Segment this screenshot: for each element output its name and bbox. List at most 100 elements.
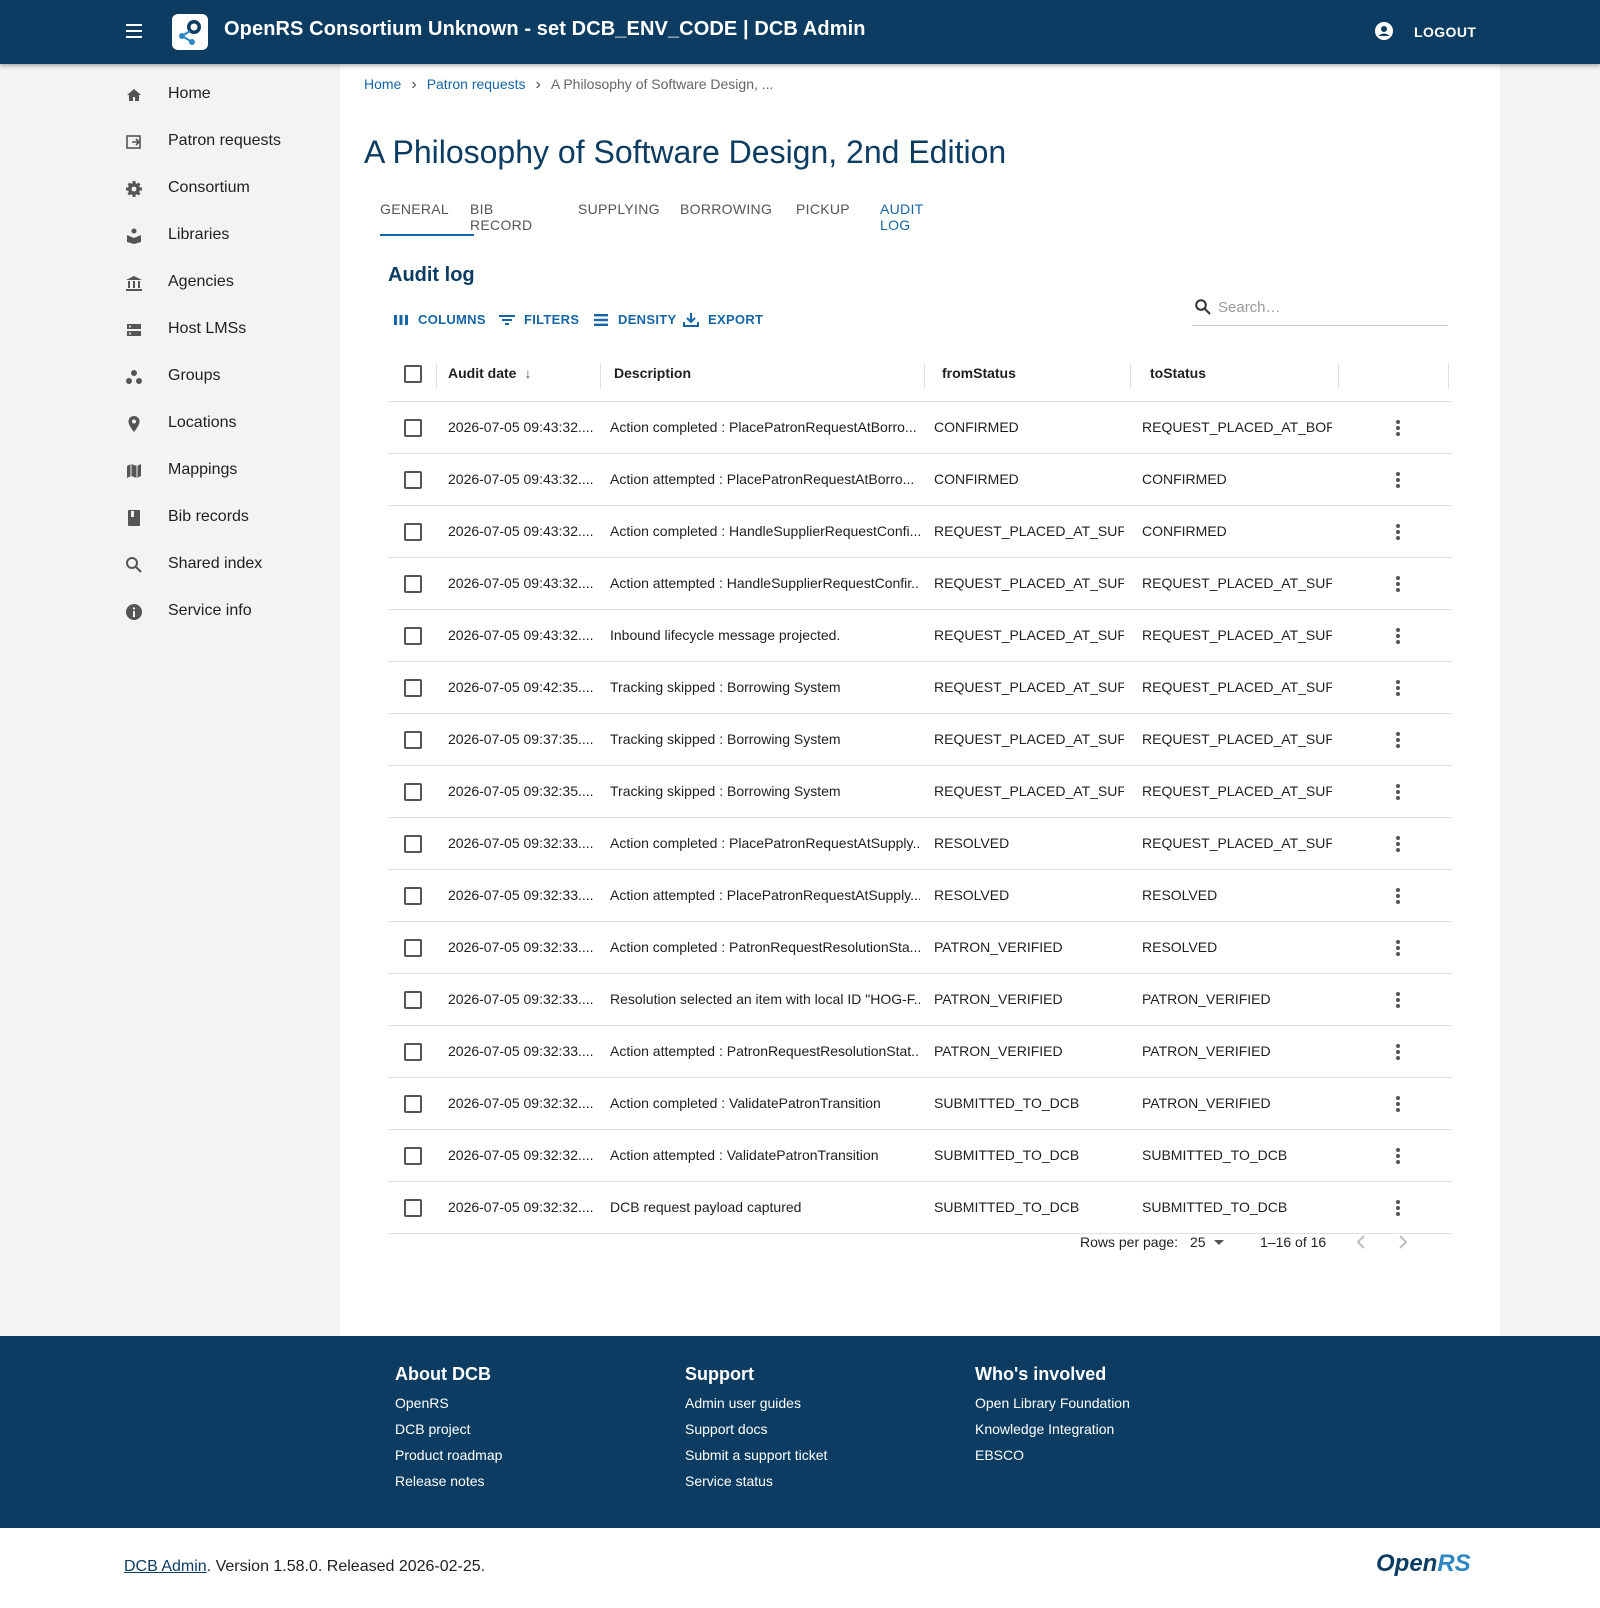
more-vert-icon[interactable] xyxy=(1388,782,1408,802)
row-checkbox[interactable] xyxy=(404,471,422,489)
table-row[interactable]: 2026-07-05 09:32:32.... Action completed … xyxy=(388,1078,1452,1130)
sidebar-item-patron-requests[interactable]: Patron requests xyxy=(100,119,340,163)
row-checkbox[interactable] xyxy=(404,1199,422,1217)
table-row[interactable]: 2026-07-05 09:32:33.... Resolution select… xyxy=(388,974,1452,1026)
sidebar-item-bib-records[interactable]: Bib records xyxy=(100,495,340,539)
row-checkbox[interactable] xyxy=(404,835,422,853)
table-row[interactable]: 2026-07-05 09:37:35.... Tracking skipped … xyxy=(388,714,1452,766)
more-vert-icon[interactable] xyxy=(1388,1042,1408,1062)
sidebar-item-libraries[interactable]: Libraries xyxy=(100,213,340,257)
table-row[interactable]: 2026-07-05 09:42:35.... Tracking skipped … xyxy=(388,662,1452,714)
column-header-from-status[interactable]: fromStatus xyxy=(942,365,1016,381)
more-vert-icon[interactable] xyxy=(1388,678,1408,698)
next-page-button[interactable] xyxy=(1388,1228,1416,1256)
row-checkbox[interactable] xyxy=(404,991,422,1009)
more-vert-icon[interactable] xyxy=(1388,886,1408,906)
row-checkbox[interactable] xyxy=(404,731,422,749)
footer-link[interactable]: Knowledge Integration xyxy=(975,1421,1130,1437)
footer-link[interactable]: DCB project xyxy=(395,1421,502,1437)
more-vert-icon[interactable] xyxy=(1388,418,1408,438)
footer-link[interactable]: Open Library Foundation xyxy=(975,1395,1130,1411)
sidebar-item-host-lmss[interactable]: Host LMSs xyxy=(100,307,340,351)
column-header-audit-date[interactable]: Audit date ↓ xyxy=(448,365,531,381)
row-checkbox[interactable] xyxy=(404,679,422,697)
dropdown-arrow-icon[interactable] xyxy=(1214,1240,1224,1245)
more-vert-icon[interactable] xyxy=(1388,938,1408,958)
row-checkbox[interactable] xyxy=(404,1147,422,1165)
cell-audit-date: 2026-07-05 09:32:35.... xyxy=(448,783,593,799)
tab-bib-record[interactable]: BIB RECORD xyxy=(470,184,532,236)
tab-general[interactable]: GENERAL xyxy=(380,184,449,236)
sidebar-item-label: Consortium xyxy=(168,179,250,196)
breadcrumb-patron-requests-link[interactable]: Patron requests xyxy=(427,76,526,92)
table-row[interactable]: 2026-07-05 09:32:35.... Tracking skipped … xyxy=(388,766,1452,818)
table-row[interactable]: 2026-07-05 09:43:32.... Action completed … xyxy=(388,402,1452,454)
footer-link[interactable]: Support docs xyxy=(685,1421,827,1437)
sidebar-item-service-info[interactable]: Service info xyxy=(100,589,340,633)
sidebar-item-shared-index[interactable]: Shared index xyxy=(100,542,340,586)
sidebar-item-locations[interactable]: Locations xyxy=(100,401,340,445)
row-checkbox[interactable] xyxy=(404,939,422,957)
row-checkbox[interactable] xyxy=(404,575,422,593)
sidebar-item-mappings[interactable]: Mappings xyxy=(100,448,340,492)
table-row[interactable]: 2026-07-05 09:32:33.... Action attempted … xyxy=(388,870,1452,922)
footer-link[interactable]: Service status xyxy=(685,1473,827,1489)
table-row[interactable]: 2026-07-05 09:43:32.... Inbound lifecycle… xyxy=(388,610,1452,662)
select-all-checkbox[interactable] xyxy=(404,365,422,383)
footer-link[interactable]: OpenRS xyxy=(395,1395,502,1411)
table-row[interactable]: 2026-07-05 09:43:32.... Action attempted … xyxy=(388,454,1452,506)
rows-per-page-select[interactable]: 25 xyxy=(1190,1234,1206,1250)
more-vert-icon[interactable] xyxy=(1388,990,1408,1010)
more-vert-icon[interactable] xyxy=(1388,1146,1408,1166)
tab-supplying[interactable]: SUPPLYING xyxy=(578,184,660,236)
table-row[interactable]: 2026-07-05 09:32:33.... Action attempted … xyxy=(388,1026,1452,1078)
sidebar-item-groups[interactable]: Groups xyxy=(100,354,340,398)
row-checkbox[interactable] xyxy=(404,523,422,541)
more-vert-icon[interactable] xyxy=(1388,522,1408,542)
row-checkbox[interactable] xyxy=(404,627,422,645)
footer-link[interactable]: Release notes xyxy=(395,1473,502,1489)
tab-audit-log[interactable]: AUDIT LOG xyxy=(880,184,923,236)
row-checkbox[interactable] xyxy=(404,1043,422,1061)
dcb-admin-link[interactable]: DCB Admin xyxy=(124,1558,207,1575)
more-vert-icon[interactable] xyxy=(1388,626,1408,646)
table-row[interactable]: 2026-07-05 09:43:32.... Action attempted … xyxy=(388,558,1452,610)
more-vert-icon[interactable] xyxy=(1388,834,1408,854)
table-row[interactable]: 2026-07-05 09:32:32.... Action attempted … xyxy=(388,1130,1452,1182)
search-input[interactable] xyxy=(1218,294,1438,320)
columns-button[interactable]: COLUMNS xyxy=(392,304,488,336)
tab-pickup[interactable]: PICKUP xyxy=(796,184,850,236)
row-checkbox[interactable] xyxy=(404,419,422,437)
export-button[interactable]: EXPORT xyxy=(682,304,764,336)
menu-icon[interactable] xyxy=(122,20,146,44)
column-separator xyxy=(1338,364,1339,388)
row-checkbox[interactable] xyxy=(404,887,422,905)
more-vert-icon[interactable] xyxy=(1388,730,1408,750)
density-button[interactable]: DENSITY xyxy=(592,304,676,336)
previous-page-button[interactable] xyxy=(1348,1228,1376,1256)
row-checkbox[interactable] xyxy=(404,1095,422,1113)
logout-button[interactable]: LOGOUT xyxy=(1414,24,1476,40)
table-row[interactable]: 2026-07-05 09:32:33.... Action completed … xyxy=(388,818,1452,870)
filters-button[interactable]: FILTERS xyxy=(498,304,582,336)
sidebar-item-consortium[interactable]: Consortium xyxy=(100,166,340,210)
more-vert-icon[interactable] xyxy=(1388,574,1408,594)
table-row[interactable]: 2026-07-05 09:32:33.... Action completed … xyxy=(388,922,1452,974)
search-field[interactable] xyxy=(1192,290,1448,326)
footer-link[interactable]: EBSCO xyxy=(975,1447,1130,1463)
account-icon[interactable] xyxy=(1374,21,1394,41)
more-vert-icon[interactable] xyxy=(1388,1198,1408,1218)
footer-link[interactable]: Product roadmap xyxy=(395,1447,502,1463)
footer-link[interactable]: Admin user guides xyxy=(685,1395,827,1411)
sidebar-item-agencies[interactable]: Agencies xyxy=(100,260,340,304)
column-header-to-status[interactable]: toStatus xyxy=(1150,365,1206,381)
breadcrumb-home-link[interactable]: Home xyxy=(364,76,401,92)
sidebar-item-home[interactable]: Home xyxy=(100,72,340,116)
footer-link[interactable]: Submit a support ticket xyxy=(685,1447,827,1463)
table-row[interactable]: 2026-07-05 09:43:32.... Action completed … xyxy=(388,506,1452,558)
column-header-description[interactable]: Description xyxy=(614,365,691,381)
row-checkbox[interactable] xyxy=(404,783,422,801)
more-vert-icon[interactable] xyxy=(1388,470,1408,490)
tab-borrowing[interactable]: BORROWING xyxy=(680,184,772,236)
more-vert-icon[interactable] xyxy=(1388,1094,1408,1114)
